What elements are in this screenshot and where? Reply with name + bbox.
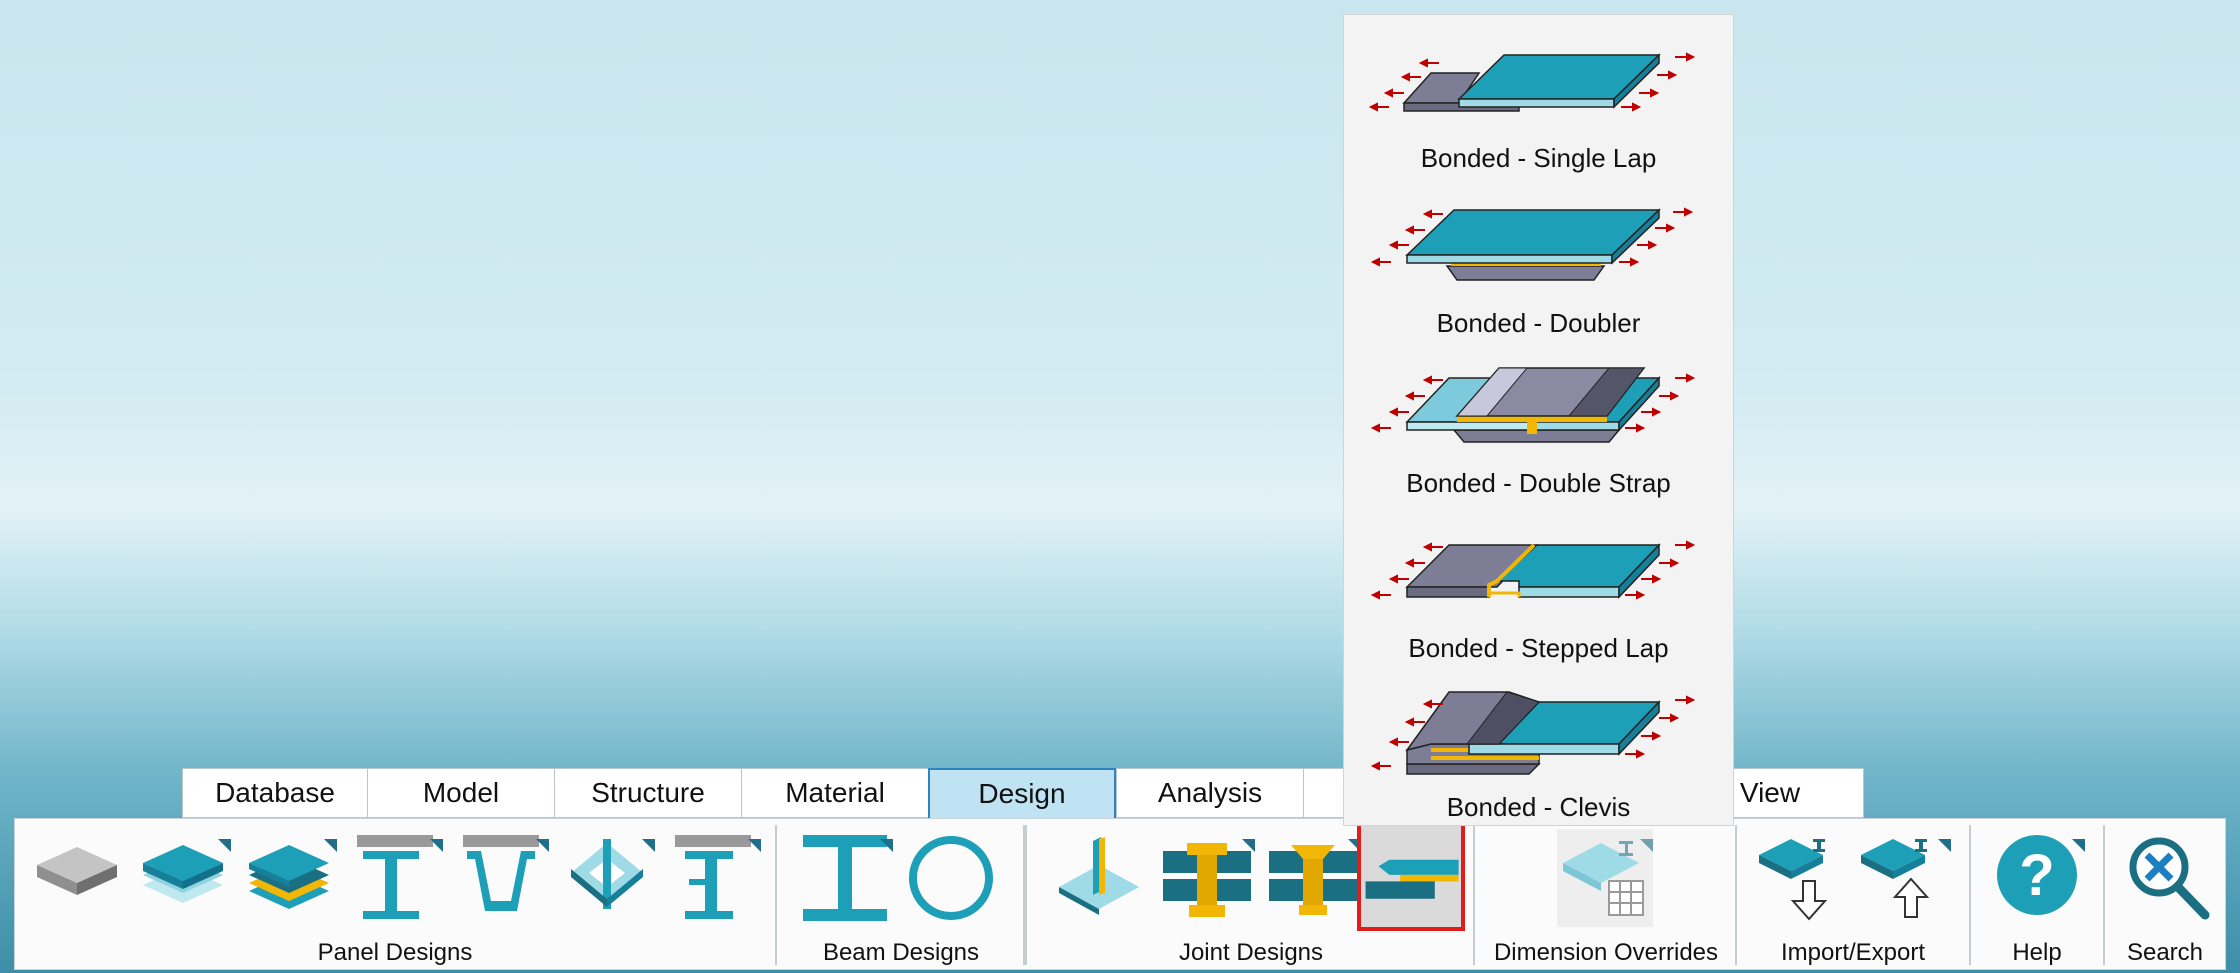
- i-beam-button[interactable]: [797, 829, 893, 927]
- bonded-double-strap-icon: [1370, 367, 1696, 443]
- export-icon: [1861, 839, 1930, 918]
- dropdown-corner-icon: [642, 839, 655, 852]
- bonded-joint-icon: [1059, 837, 1139, 915]
- search-button[interactable]: [2119, 829, 2215, 927]
- tube-beam-button[interactable]: [903, 829, 999, 927]
- menu-item-bonded-double-strap[interactable]: Bonded - Double Strap: [1344, 360, 1733, 520]
- question-mark-icon: ?: [1997, 835, 2077, 915]
- dimension-override-icon: [1563, 841, 1644, 916]
- dropdown-corner-icon: [2072, 839, 2085, 852]
- menu-item-label: Bonded - Clevis: [1446, 792, 1631, 822]
- bonded-clevis-icon: [1370, 691, 1696, 775]
- search-label: Search: [2126, 939, 2204, 966]
- dropdown-corner-icon: [748, 839, 761, 852]
- dropdown-corner-icon: [1938, 839, 1951, 852]
- fastener-joint-icon: [1163, 843, 1251, 917]
- dropdown-corner-icon: [1640, 839, 1653, 852]
- hat-stiffener-icon: [463, 835, 539, 911]
- joint-designs-group: Joint Designs: [1029, 819, 1473, 969]
- beam-stiffened-panel-button[interactable]: [665, 829, 761, 927]
- import-icon: [1759, 839, 1828, 921]
- tab-design[interactable]: Design: [928, 768, 1116, 820]
- solid-panel-icon: [37, 847, 117, 895]
- bonded-single-lap-icon: [1369, 52, 1696, 112]
- svg-text:?: ?: [2019, 843, 2054, 908]
- fastened-joint-button[interactable]: [1159, 829, 1255, 927]
- hat-stiffened-panel-button[interactable]: [453, 829, 549, 927]
- laminate-panel-icon: [249, 845, 329, 909]
- help-label: Help: [2012, 939, 2062, 966]
- i-beam-icon: [803, 835, 887, 921]
- grid-stiffener-icon: [571, 839, 643, 909]
- tube-beam-icon: [909, 836, 993, 920]
- beam-designs-group: Beam Designs: [779, 819, 1023, 969]
- menu-item-bonded-stepped-lap[interactable]: Bonded - Stepped Lap: [1344, 525, 1733, 685]
- search-icon: [2129, 837, 2210, 920]
- menu-item-label: Bonded - Stepped Lap: [1408, 633, 1669, 663]
- search-group: Search: [2105, 819, 2225, 969]
- panel-designs-label: Panel Designs: [317, 939, 473, 966]
- tab-structure[interactable]: Structure: [554, 768, 741, 818]
- import-button[interactable]: [1753, 829, 1849, 927]
- menu-item-label: Bonded - Doubler: [1436, 308, 1641, 338]
- dropdown-corner-icon: [430, 839, 443, 852]
- countersunk-fastener-icon: [1269, 845, 1357, 915]
- sandwich-panel-button[interactable]: [135, 829, 231, 927]
- dimension-overrides-group: Dimension Overrides: [1477, 819, 1735, 969]
- import-export-label: Import/Export: [1780, 939, 1926, 966]
- dimension-overrides-label: Dimension Overrides: [1493, 939, 1719, 966]
- laminate-panel-button[interactable]: [241, 829, 337, 927]
- menu-item-label: Bonded - Double Strap: [1406, 468, 1671, 498]
- bonded-joint-button[interactable]: [1053, 829, 1149, 927]
- menu-item-bonded-single-lap[interactable]: Bonded - Single Lap: [1344, 35, 1733, 195]
- panel-designs-group: Panel Designs: [15, 819, 775, 969]
- tab-analysis[interactable]: Analysis: [1116, 768, 1303, 818]
- group-divider: [1473, 825, 1475, 965]
- bonded-stepped-lap-icon: [1370, 540, 1696, 600]
- help-group: ? Help: [1971, 819, 2103, 969]
- dropdown-corner-icon: [324, 839, 337, 852]
- bonded-joint-dropdown-menu: Bonded - Single Lap Bonded - Doubler Bon…: [1343, 14, 1734, 826]
- export-button[interactable]: [1855, 829, 1951, 927]
- dropdown-corner-icon: [1242, 839, 1255, 852]
- countersunk-joint-button[interactable]: [1265, 829, 1361, 927]
- menu-item-bonded-clevis[interactable]: Bonded - Clevis: [1344, 680, 1733, 840]
- bonded-doubler-icon: [1370, 207, 1694, 281]
- dropdown-corner-icon: [536, 839, 549, 852]
- ribbon-panel: Panel Designs Beam Designs Joint Designs…: [14, 818, 2226, 970]
- tab-database[interactable]: Database: [182, 768, 367, 818]
- sandwich-panel-icon: [143, 845, 223, 903]
- import-export-group: Import/Export: [1737, 819, 1969, 969]
- joint-designs-label: Joint Designs: [1178, 939, 1324, 966]
- dropdown-corner-icon: [218, 839, 231, 852]
- i-stiffened-panel-button[interactable]: [347, 829, 443, 927]
- group-divider: [775, 825, 777, 965]
- tab-model[interactable]: Model: [367, 768, 554, 818]
- beam-designs-label: Beam Designs: [822, 939, 980, 966]
- group-divider: [1023, 825, 1027, 965]
- menu-item-bonded-doubler[interactable]: Bonded - Doubler: [1344, 200, 1733, 360]
- menu-item-label: Bonded - Single Lap: [1420, 143, 1657, 173]
- help-button[interactable]: ?: [1989, 829, 2085, 927]
- solid-panel-button[interactable]: [29, 829, 125, 927]
- grid-stiffened-panel-button[interactable]: [559, 829, 655, 927]
- i-stiffener-icon: [357, 835, 433, 919]
- t-stiffener-icon: [675, 835, 751, 919]
- tab-material[interactable]: Material: [741, 768, 928, 818]
- dimension-overrides-button[interactable]: [1557, 829, 1653, 927]
- dropdown-corner-icon: [880, 839, 893, 852]
